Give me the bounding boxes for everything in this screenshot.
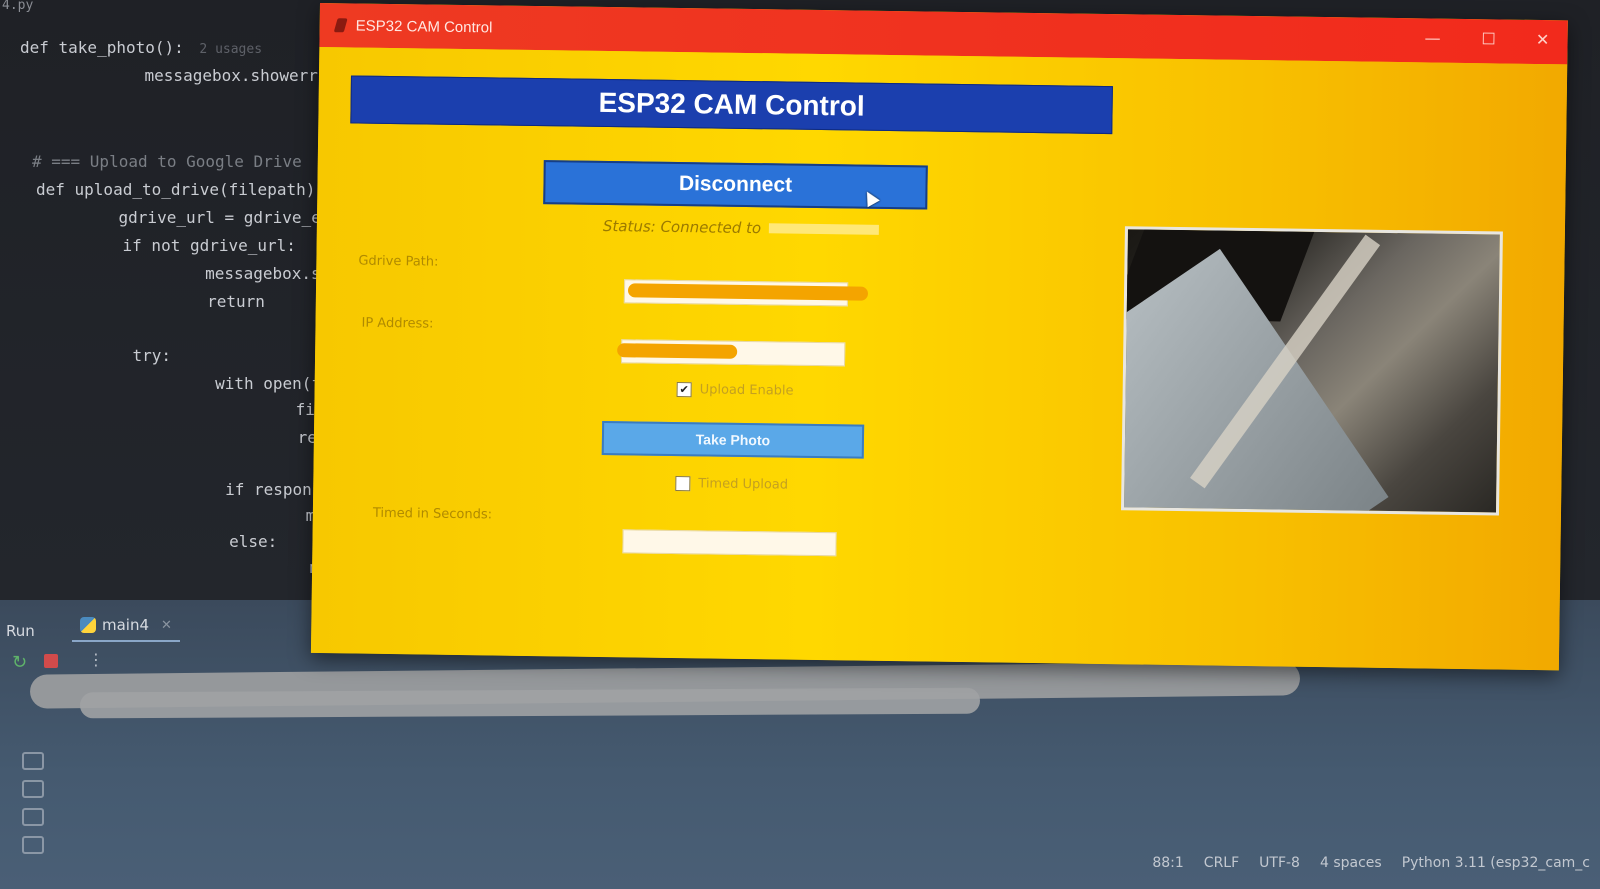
- ip-address-label: IP Address:: [361, 315, 434, 332]
- code-text: # === Upload to Google Drive: [32, 152, 302, 171]
- feather-icon: [333, 18, 348, 33]
- app-header: ESP32 CAM Control: [350, 75, 1113, 135]
- timed-seconds-input[interactable]: [622, 529, 837, 557]
- redacted-ip: [769, 223, 880, 235]
- usage-hint: 2 usages: [183, 42, 263, 57]
- status-bar-item[interactable]: 88:1: [1152, 855, 1183, 871]
- status-label: Status: Connected to: [602, 216, 880, 239]
- upload-enable-row[interactable]: ✔ Upload Enable: [676, 382, 794, 399]
- code-line: return: [130, 292, 265, 311]
- run-panel-label: Run: [6, 622, 35, 640]
- minimize-icon[interactable]: —: [1417, 28, 1447, 47]
- timed-upload-checkbox[interactable]: [675, 476, 691, 492]
- code-line: else:: [152, 532, 277, 551]
- code-line: if not gdrive_url:: [84, 236, 296, 255]
- redacted-ip-address: [617, 343, 738, 359]
- app-content: ESP32 CAM Control Disconnect Status: Con…: [310, 46, 1568, 671]
- status-bar-item[interactable]: UTF-8: [1259, 855, 1300, 871]
- timed-upload-label: Timed Upload: [698, 476, 789, 493]
- print-icon[interactable]: [22, 808, 44, 826]
- code-line: try:: [94, 346, 172, 365]
- ide-status-bar: 88:1 CRLF UTF-8 4 spaces Python 3.11 (esp32_…: [1152, 848, 1600, 878]
- maximize-icon[interactable]: ☐: [1473, 29, 1503, 48]
- camera-preview: [1120, 226, 1503, 516]
- run-tab-main4[interactable]: main4 ✕: [72, 610, 180, 642]
- code-text: else:: [152, 532, 278, 551]
- upload-enable-checkbox[interactable]: ✔: [676, 382, 692, 398]
- take-photo-button[interactable]: Take Photo: [601, 420, 865, 459]
- esp32-cam-window: ESP32 CAM Control — ☐ ✕ ESP32 CAM Contro…: [310, 3, 1568, 671]
- code-text: messagebox.showerror(: [106, 66, 347, 85]
- status-bar-item[interactable]: 4 spaces: [1320, 855, 1382, 871]
- timed-seconds-label: Timed in Seconds:: [372, 505, 493, 523]
- code-text: def upload_to_drive(filepath): [36, 180, 316, 199]
- status-text: Status: Connected to: [602, 216, 762, 238]
- scroll-to-end-icon[interactable]: [22, 780, 44, 798]
- soft-wrap-icon[interactable]: [22, 752, 44, 770]
- code-line: messagebox.showerror(: [106, 66, 347, 85]
- window-title: ESP32 CAM Control: [355, 17, 493, 36]
- code-text: return: [130, 292, 265, 311]
- code-line: def upload_to_drive(filepath): [36, 180, 315, 199]
- close-icon[interactable]: ✕: [161, 618, 172, 633]
- code-text: try:: [94, 346, 172, 365]
- code-line: def take_photo(): 2 usages: [20, 38, 262, 57]
- redaction-scribble: [79, 687, 981, 719]
- status-bar-item[interactable]: Python 3.11 (esp32_cam_c: [1402, 855, 1590, 871]
- timed-upload-row[interactable]: Timed Upload: [675, 476, 788, 493]
- upload-enable-label: Upload Enable: [699, 382, 794, 399]
- status-bar-item[interactable]: CRLF: [1204, 855, 1239, 871]
- gdrive-path-label: Gdrive Path:: [358, 253, 439, 270]
- trash-icon[interactable]: [22, 836, 44, 854]
- more-options-icon[interactable]: ⋮: [88, 650, 106, 669]
- code-text: def take_photo():: [20, 38, 184, 57]
- python-icon: [80, 617, 96, 633]
- code-text: if not gdrive_url:: [84, 236, 296, 255]
- file-tab-label[interactable]: 4.py: [2, 0, 33, 13]
- rerun-icon[interactable]: ↻: [12, 652, 30, 673]
- close-icon[interactable]: ✕: [1527, 30, 1557, 49]
- run-tab-label: main4: [102, 616, 150, 634]
- code-line: # === Upload to Google Drive: [32, 152, 302, 171]
- stop-icon[interactable]: [44, 654, 58, 668]
